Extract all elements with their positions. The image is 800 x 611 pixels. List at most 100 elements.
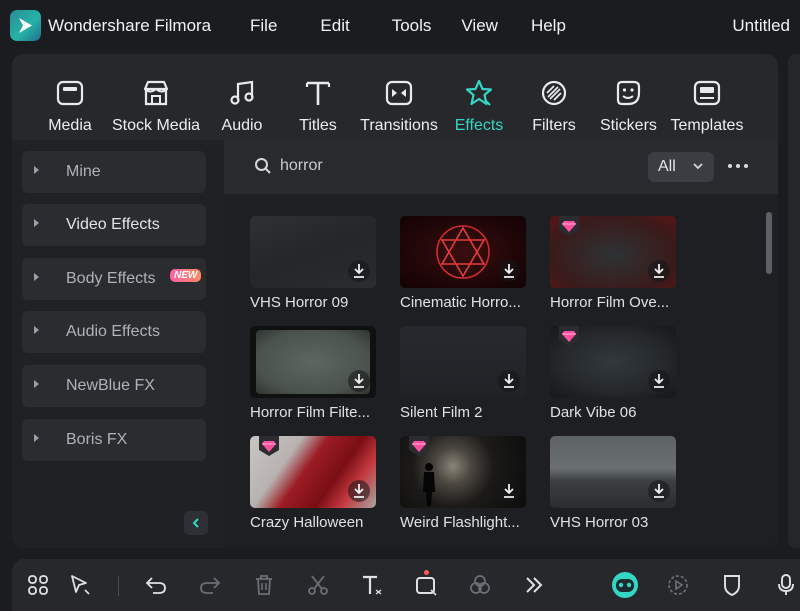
effect-name: Crazy Halloween bbox=[250, 514, 364, 531]
layout-grid-icon[interactable] bbox=[26, 573, 50, 597]
tab-label: Transitions bbox=[360, 117, 438, 134]
effects-star-icon bbox=[465, 79, 493, 106]
sidebar-item-body-effects[interactable]: Body Effects NEW bbox=[22, 258, 206, 300]
tab-stickers[interactable]: Stickers bbox=[600, 78, 657, 135]
effect-card[interactable]: Silent Film 2 bbox=[400, 326, 526, 421]
sidebar-item-label: Audio Effects bbox=[66, 323, 160, 340]
dot-icon bbox=[744, 164, 748, 168]
library-panel: Media Stock Media Audio Titles Transitio… bbox=[12, 54, 778, 548]
undo-icon[interactable] bbox=[144, 573, 168, 597]
filter-value: All bbox=[658, 158, 676, 175]
new-badge: NEW bbox=[170, 269, 202, 282]
download-icon bbox=[498, 260, 520, 282]
menu-edit[interactable]: Edit bbox=[320, 16, 349, 36]
download-icon bbox=[648, 370, 670, 392]
caret-right-icon bbox=[34, 380, 39, 388]
stock-media-icon bbox=[143, 80, 169, 106]
search-input[interactable] bbox=[280, 152, 580, 180]
effect-name: Horror Film Ove... bbox=[550, 294, 670, 311]
tab-label: Audio bbox=[221, 117, 263, 134]
effect-thumbnail bbox=[250, 326, 376, 398]
effect-card[interactable]: Crazy Halloween bbox=[250, 436, 376, 531]
effect-card[interactable]: Horror Film Ove... bbox=[550, 216, 676, 311]
audio-note-icon bbox=[230, 80, 254, 105]
more-options-button[interactable] bbox=[726, 156, 750, 176]
effect-card[interactable]: Cinematic Horro... bbox=[400, 216, 526, 311]
tab-media[interactable]: Media bbox=[47, 78, 93, 135]
caret-right-icon bbox=[34, 166, 39, 174]
tab-effects[interactable]: Effects bbox=[454, 78, 504, 135]
sidebar-item-mine[interactable]: Mine bbox=[22, 151, 206, 193]
effect-name: VHS Horror 09 bbox=[250, 294, 349, 311]
crop-icon[interactable] bbox=[414, 573, 438, 597]
right-panel-edge bbox=[788, 54, 800, 548]
sidebar-item-label: Video Effects bbox=[66, 216, 160, 233]
chevron-down-icon bbox=[693, 163, 703, 170]
effect-name: Weird Flashlight... bbox=[400, 514, 520, 531]
effect-card[interactable]: Dark Vibe 06 bbox=[550, 326, 676, 421]
download-icon bbox=[498, 480, 520, 502]
tab-templates[interactable]: Templates bbox=[670, 78, 744, 135]
redo-icon[interactable] bbox=[198, 573, 222, 597]
tab-titles[interactable]: Titles bbox=[296, 78, 340, 135]
effect-card[interactable]: VHS Horror 03 bbox=[550, 436, 676, 531]
tab-audio[interactable]: Audio bbox=[220, 78, 264, 135]
effect-card[interactable]: Horror Film Filte... bbox=[250, 326, 376, 421]
effect-thumbnail bbox=[550, 436, 676, 508]
caret-right-icon bbox=[34, 273, 39, 281]
cut-icon[interactable] bbox=[306, 573, 330, 597]
ai-mascot-icon[interactable] bbox=[610, 570, 640, 600]
tab-label: Templates bbox=[670, 117, 744, 134]
more-arrows-icon[interactable] bbox=[522, 573, 546, 597]
collapse-sidebar-button[interactable] bbox=[184, 511, 208, 535]
download-icon bbox=[348, 480, 370, 502]
shield-icon[interactable] bbox=[720, 573, 744, 597]
dot-icon bbox=[736, 164, 740, 168]
effect-card[interactable]: VHS Horror 09 bbox=[250, 216, 376, 311]
menu-bar: File Edit Tools View Help bbox=[250, 16, 598, 36]
sidebar-item-label: Mine bbox=[66, 163, 101, 180]
text-icon[interactable] bbox=[360, 573, 384, 597]
titles-t-icon bbox=[305, 81, 331, 105]
sidebar-item-newblue-fx[interactable]: NewBlue FX bbox=[22, 365, 206, 407]
color-icon[interactable] bbox=[468, 573, 492, 597]
premium-gem-icon bbox=[559, 326, 579, 346]
premium-gem-icon bbox=[559, 216, 579, 236]
download-icon bbox=[648, 260, 670, 282]
tab-filters[interactable]: Filters bbox=[531, 78, 577, 135]
sidebar-item-boris-fx[interactable]: Boris FX bbox=[22, 419, 206, 461]
record-indicator-dot bbox=[424, 570, 429, 575]
select-arrow-icon[interactable] bbox=[68, 573, 92, 597]
filter-dropdown[interactable]: All bbox=[648, 152, 714, 182]
content-scrollbar[interactable] bbox=[766, 212, 772, 274]
menu-help[interactable]: Help bbox=[531, 16, 566, 36]
effect-name: Horror Film Filte... bbox=[250, 404, 370, 421]
effect-card[interactable]: Weird Flashlight... bbox=[400, 436, 526, 531]
play-circle-icon[interactable] bbox=[666, 573, 690, 597]
delete-icon[interactable] bbox=[252, 573, 276, 597]
menu-view[interactable]: View bbox=[461, 16, 498, 36]
tab-label: Stickers bbox=[600, 117, 657, 134]
title-bar: Wondershare Filmora File Edit Tools View… bbox=[0, 0, 800, 54]
tab-transitions[interactable]: Transitions bbox=[359, 78, 439, 135]
media-icon bbox=[56, 80, 84, 106]
bottom-toolbar bbox=[12, 559, 800, 611]
sidebar-item-label: Body Effects bbox=[66, 270, 156, 287]
caret-right-icon bbox=[34, 326, 39, 334]
menu-file[interactable]: File bbox=[250, 16, 277, 36]
effect-thumbnail bbox=[400, 216, 526, 288]
sidebar-item-label: Boris FX bbox=[66, 431, 128, 448]
filters-icon bbox=[541, 80, 567, 106]
effect-thumbnail bbox=[250, 216, 376, 288]
tab-stock-media[interactable]: Stock Media bbox=[112, 78, 200, 135]
chevron-left-icon bbox=[192, 518, 199, 528]
menu-tools[interactable]: Tools bbox=[392, 16, 432, 36]
effect-thumbnail bbox=[400, 326, 526, 398]
effect-thumbnail bbox=[550, 326, 676, 398]
sidebar-item-audio-effects[interactable]: Audio Effects bbox=[22, 311, 206, 353]
search-icon bbox=[255, 158, 271, 174]
effect-thumbnail bbox=[550, 216, 676, 288]
mic-icon[interactable] bbox=[774, 573, 798, 597]
sidebar-item-video-effects[interactable]: Video Effects bbox=[22, 204, 206, 246]
dot-icon bbox=[728, 164, 732, 168]
